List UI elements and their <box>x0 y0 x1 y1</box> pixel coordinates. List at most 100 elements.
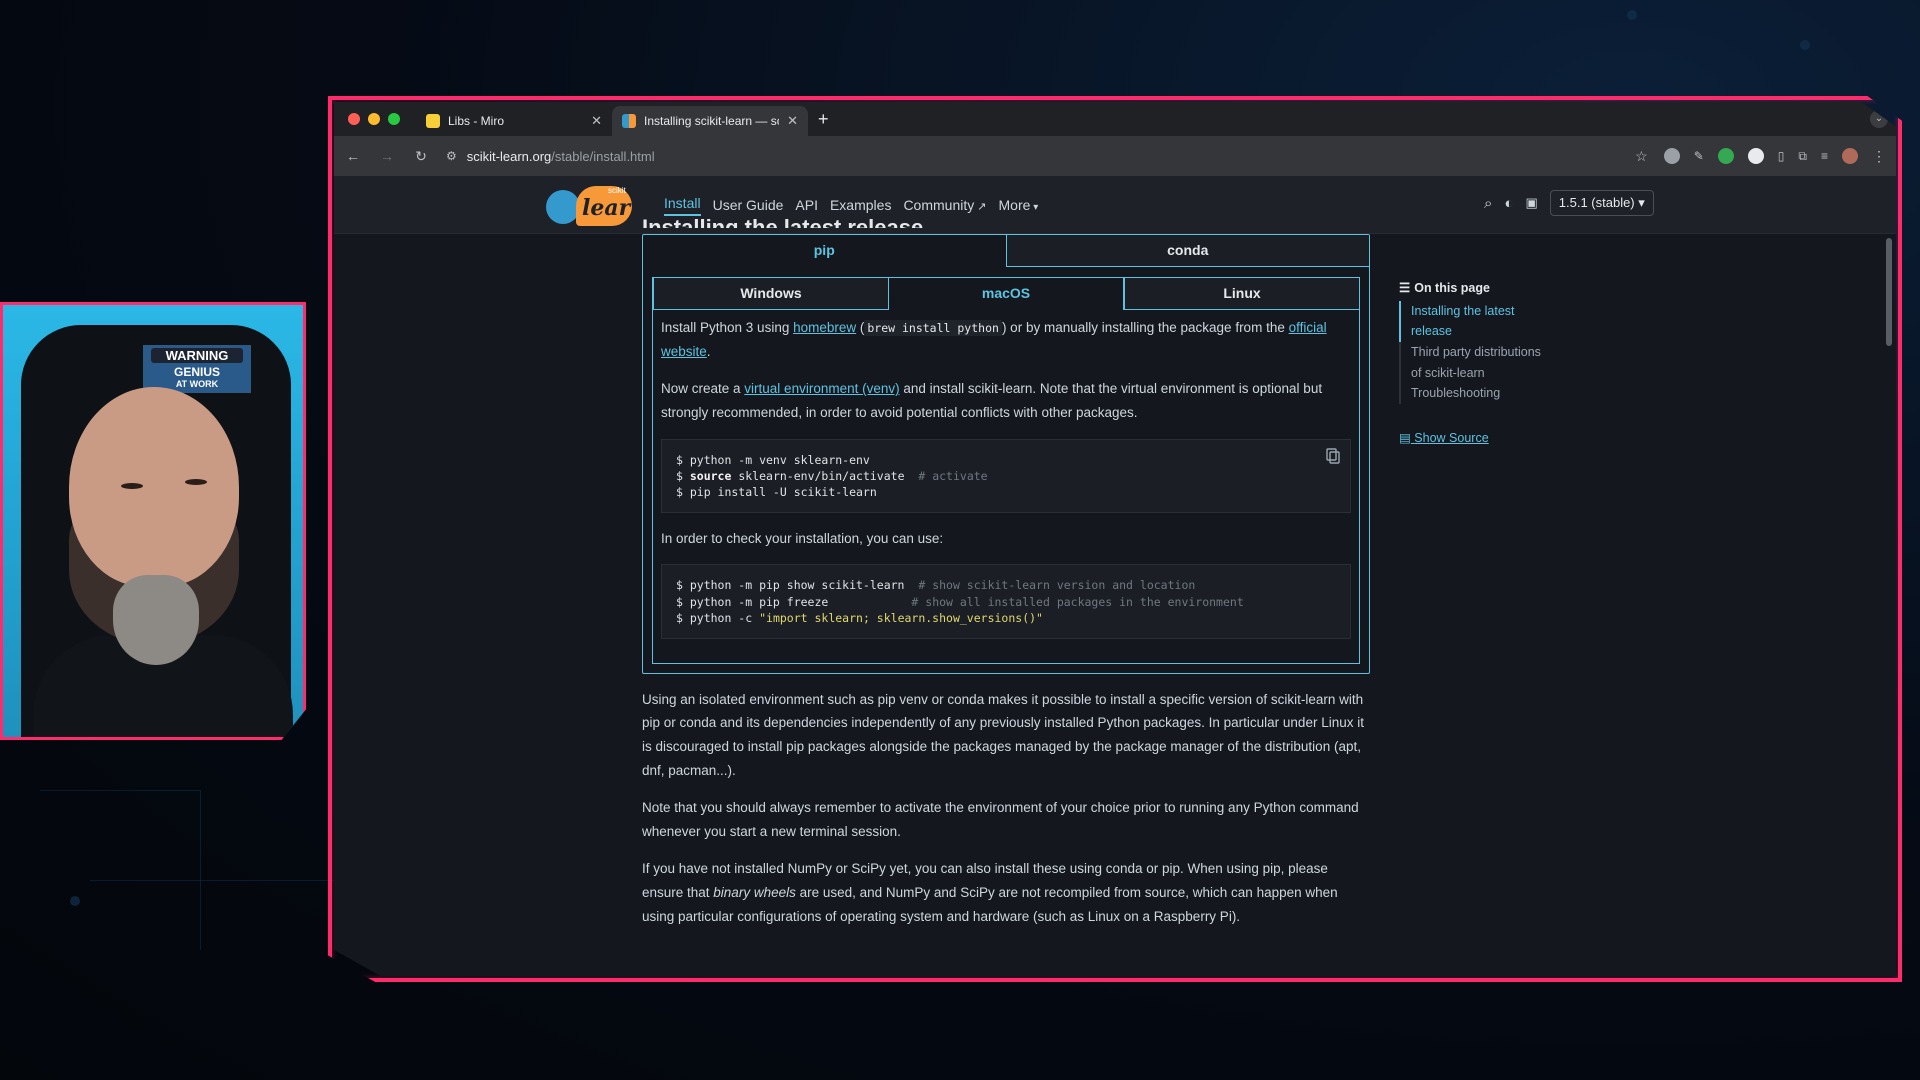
emphasis: binary wheels <box>713 885 796 901</box>
site-navbar: learn scikit Install User Guide API Exam… <box>334 176 1896 234</box>
show-source-link[interactable]: ▤ Show Source <box>1399 428 1549 449</box>
text: Install Python 3 using <box>661 320 794 335</box>
page-scrollbar[interactable] <box>1886 238 1892 346</box>
check-install-paragraph: In order to check your installation, you… <box>661 530 944 546</box>
code-line: $ pip install -U scikit-learn <box>676 484 877 499</box>
version-switcher[interactable]: 1.5.1 (stable) ▾ <box>1549 190 1654 216</box>
browser-window: Libs - Miro ✕ Installing scikit-learn — … <box>334 102 1896 976</box>
profile-avatar[interactable] <box>1842 148 1858 164</box>
macos-tab-panel: Install Python 3 using homebrew (brew in… <box>653 310 1359 663</box>
code-keyword: source <box>689 468 732 483</box>
logo-blue-circle <box>546 190 580 224</box>
close-tab-icon[interactable]: ✕ <box>787 113 798 129</box>
caret-down-icon: ▾ <box>1030 202 1039 213</box>
browser-tab-miro[interactable]: Libs - Miro ✕ <box>416 106 612 136</box>
venv-code-block[interactable]: $ python -m venv sklearn-env $ source sk… <box>661 438 1351 513</box>
back-icon[interactable]: ← <box>344 148 362 164</box>
show-source-text: Show Source <box>1414 430 1489 445</box>
webcam-overlay: WARNING GENIUS AT WORK <box>0 302 306 740</box>
site-settings-icon[interactable]: ⚙ <box>446 149 457 163</box>
poster-genius-text: GENIUS <box>173 365 220 379</box>
logo-scikit-text: scikit <box>608 186 626 195</box>
code-line: $ python -m pip show scikit-learn <box>676 578 905 593</box>
toc-item-latest-release[interactable]: Installing the latest release <box>1399 300 1549 342</box>
minimize-window-button[interactable] <box>368 113 380 125</box>
person-head <box>69 387 239 587</box>
extension-icon[interactable] <box>1663 148 1680 164</box>
text: Now create a <box>661 381 745 397</box>
web-page: learn scikit Install User Guide API Exam… <box>334 176 1896 976</box>
text: ) or by manually installing the package … <box>1001 320 1289 335</box>
activate-note-paragraph: Note that you should always remember to … <box>642 800 1359 839</box>
miro-favicon-icon <box>426 114 440 128</box>
person-eye-right <box>185 479 207 485</box>
tab-title: Installing scikit-learn — scikit <box>644 114 779 128</box>
browser-toolbar: ← → ↻ ⚙ scikit-learn.org/stable/install.… <box>334 136 1896 176</box>
code-prefix: $ python -c <box>676 610 760 625</box>
extension-green-icon[interactable] <box>1717 148 1734 164</box>
new-tab-button[interactable]: + <box>808 109 839 136</box>
extension-white-icon[interactable] <box>1747 148 1764 164</box>
code-line: $ python -m pip freeze <box>676 594 829 609</box>
url-host: scikit-learn.org <box>466 148 552 164</box>
bg-circuit-line <box>90 880 350 881</box>
install-python-paragraph: Install Python 3 using homebrew (brew in… <box>661 316 1351 363</box>
installer-tabset: pip conda Windows macOS Linux Install Py… <box>642 234 1370 674</box>
bg-circuit-dot <box>1800 40 1810 50</box>
maximize-window-button[interactable] <box>388 113 400 125</box>
close-tab-icon[interactable]: ✕ <box>591 113 602 129</box>
forward-icon[interactable]: → <box>378 148 396 164</box>
toc-title-text: On this page <box>1414 281 1490 295</box>
github-icon[interactable]: ▣ <box>1525 195 1537 211</box>
browser-tab-sklearn[interactable]: Installing scikit-learn — scikit ✕ <box>612 106 808 136</box>
text: . <box>706 343 711 359</box>
browser-menu-icon[interactable]: ⋮ <box>1872 148 1886 165</box>
theme-toggle-icon[interactable]: ◐ <box>1504 195 1513 212</box>
code-comment: # show scikit-learn version and location <box>918 578 1196 593</box>
tab-conda[interactable]: conda <box>1005 235 1369 267</box>
check-code-block[interactable]: $ python -m pip show scikit-learn # show… <box>661 564 1351 639</box>
code-comment: # activate <box>918 468 988 483</box>
extensions-menu-icon[interactable]: ⧉ <box>1798 149 1807 164</box>
code-prefix: $ <box>676 468 690 483</box>
main-content: Installing the latest release pip conda … <box>642 215 1370 929</box>
toc-item-troubleshooting[interactable]: Troubleshooting <box>1399 383 1549 404</box>
bookmark-star-icon[interactable]: ☆ <box>1635 148 1648 165</box>
os-tab-row: Windows macOS Linux <box>653 278 1359 310</box>
bg-circuit-line <box>200 790 201 950</box>
close-window-button[interactable] <box>348 113 360 125</box>
numpy-scipy-paragraph: If you have not installed NumPy or SciPy… <box>642 857 1370 928</box>
search-icon[interactable]: ⌕ <box>1484 195 1492 212</box>
person-beard-grey <box>113 575 199 665</box>
tab-linux[interactable]: Linux <box>1124 278 1359 310</box>
version-label: 1.5.1 (stable) <box>1558 195 1635 210</box>
url-path: /stable/install.html <box>551 148 655 164</box>
tab-title: Libs - Miro <box>448 114 505 128</box>
reading-list-icon[interactable]: ≡ <box>1821 149 1828 163</box>
nav-more[interactable]: More <box>999 197 1031 213</box>
homebrew-link[interactable]: homebrew <box>793 320 856 335</box>
copy-icon[interactable] <box>1326 447 1340 464</box>
on-this-page-toc: ☰ On this page Installing the latest rele… <box>1399 278 1549 448</box>
venv-link[interactable]: virtual environment (venv) <box>744 381 899 396</box>
bg-circuit-dot <box>70 896 80 906</box>
code-line: sklearn-env/bin/activate <box>731 468 905 483</box>
section-heading: Installing the latest release <box>642 215 924 228</box>
post-tabs-text: Using an isolated environment such as pi… <box>642 688 1370 929</box>
file-icon: ▤ <box>1399 430 1411 445</box>
tab-windows[interactable]: Windows <box>653 278 888 310</box>
tab-macos[interactable]: macOS <box>888 278 1124 310</box>
isolated-env-paragraph: Using an isolated environment such as pi… <box>642 691 1364 778</box>
tab-pip[interactable]: pip <box>643 235 1006 267</box>
address-bar[interactable]: ⚙ scikit-learn.org/stable/install.html <box>446 141 1619 171</box>
installer-tab-row: pip conda <box>643 235 1369 267</box>
code-comment: # show all installed packages in the env… <box>911 594 1244 609</box>
inline-code: brew install python <box>864 320 1002 336</box>
navbar-right-tools: ⌕ ◐ ▣ 1.5.1 (stable) ▾ <box>1484 190 1654 216</box>
reload-icon[interactable]: ↻ <box>412 148 430 165</box>
eyedropper-icon[interactable]: ✎ <box>1694 149 1704 163</box>
extension-puzzle-icon[interactable]: ▯ <box>1778 149 1785 163</box>
toc-item-third-party[interactable]: Third party distributions of scikit-lear… <box>1399 341 1549 384</box>
sklearn-favicon-icon <box>622 114 636 128</box>
bg-circuit-dot <box>1627 10 1637 20</box>
